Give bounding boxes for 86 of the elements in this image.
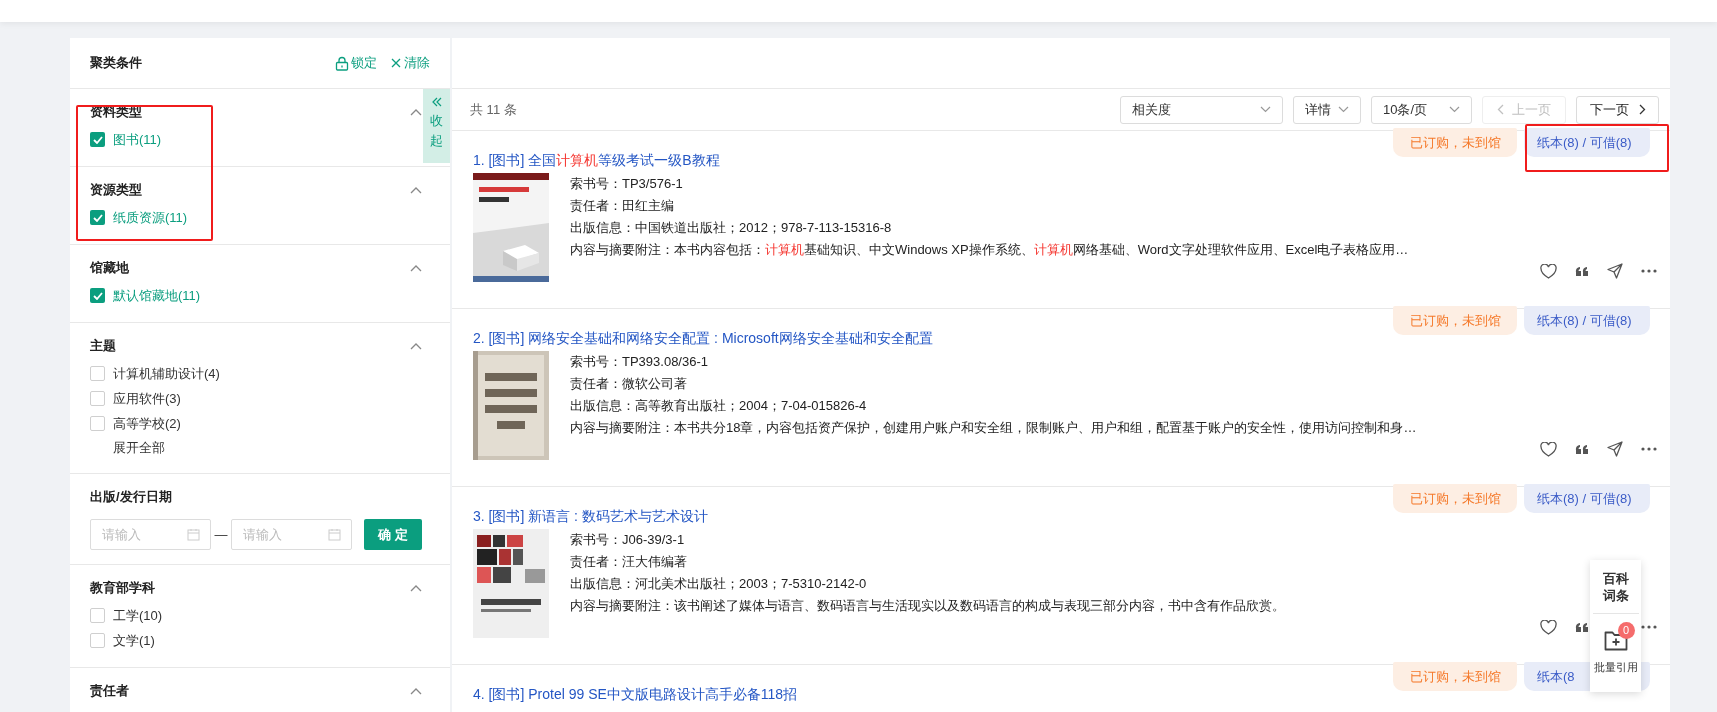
chevron-icon[interactable] [410, 108, 422, 116]
send-icon[interactable] [1607, 441, 1623, 457]
section-title: 责任者 [90, 682, 129, 701]
lock-icon [335, 55, 349, 71]
holdings-badge: 纸本(8) / 可借(8) [1524, 128, 1650, 157]
field-text: 索书号：TP393.08/36-1 [570, 353, 709, 371]
more-icon[interactable] [1641, 269, 1657, 273]
chevron-icon[interactable] [410, 264, 422, 272]
checkbox[interactable] [90, 608, 105, 623]
result-title-link[interactable]: 3. [图书] 新语言 : 数码艺术与艺术设计 [473, 505, 708, 527]
result-count: 共 11 条 [470, 100, 517, 119]
more-icon[interactable] [1641, 625, 1657, 629]
field-text: 索书号：J06-39/3-1 [570, 531, 686, 549]
chevron-icon[interactable] [410, 687, 422, 695]
abstract-text: 内容与摘要附注：该书阐述了媒体与语言、数码语言与生活现实以及数码语言的构成与表现三部分内容，书中含有作品欣赏。 [570, 597, 1285, 615]
calendar-icon [327, 528, 341, 541]
chevron-icon[interactable] [410, 342, 422, 350]
encyclopedia-button[interactable]: 百科词条 [1601, 570, 1630, 604]
checkbox[interactable] [90, 288, 105, 303]
holdings-badge: 纸本(8) / 可借(8) [1524, 484, 1650, 513]
option-label[interactable]: 应用软件(3) [113, 388, 181, 409]
page-size-dropdown[interactable]: 10条/页 [1371, 95, 1472, 124]
section-title: 资源类型 [90, 181, 142, 200]
expand-all-link[interactable]: 展开全部 [113, 437, 165, 458]
lock-button[interactable]: 锁定 [335, 53, 377, 73]
view-dropdown[interactable]: 详情 [1293, 95, 1361, 124]
close-icon [391, 58, 401, 68]
result-title-link[interactable]: 2. [图书] 网络安全基础和网络安全配置 : Microsoft网络安全基础和安全配置 [473, 327, 933, 349]
field-text: 出版信息：河北美术出版社；2003；7-5310-2142-0 [570, 575, 868, 593]
option-label[interactable]: 工学(10) [113, 605, 163, 626]
send-icon[interactable] [1607, 263, 1623, 279]
heart-icon[interactable] [1540, 263, 1557, 279]
caret-icon [1260, 106, 1271, 113]
status-badge: 已订购，未到馆 [1393, 484, 1517, 513]
section-title: 主题 [90, 337, 116, 356]
heart-icon[interactable] [1540, 441, 1557, 457]
next-page-button[interactable]: 下一页 [1576, 95, 1659, 124]
field-text: 责任者：微软公司著 [570, 375, 688, 393]
status-badge: 已订购，未到馆 [1393, 662, 1517, 691]
checkbox[interactable] [90, 391, 105, 406]
caret-icon [1449, 106, 1460, 113]
double-chevron-left-icon [430, 96, 443, 108]
more-icon[interactable] [1641, 447, 1657, 451]
field-text: 责任者：田红主编 [570, 197, 675, 215]
checkbox[interactable] [90, 633, 105, 648]
chevron-right-icon [1638, 104, 1646, 115]
date-separator: — [213, 525, 229, 544]
option-label[interactable]: 计算机辅助设计(4) [113, 363, 220, 384]
option-label[interactable]: 文学(1) [113, 630, 155, 651]
holdings-badge: 纸本(8) / 可借(8) [1524, 306, 1650, 335]
clear-button[interactable]: 清除 [391, 53, 430, 73]
section-title: 馆藏地 [90, 259, 129, 278]
field-text: 索书号：TP3/576-1 [570, 175, 684, 193]
result-title-link[interactable]: 1. [图书] 全国计算机等级考试一级B教程 [473, 149, 720, 171]
status-badge: 已订购，未到馆 [1393, 128, 1517, 157]
heart-icon[interactable] [1540, 619, 1557, 635]
option-label[interactable]: 默认馆藏地(11) [113, 285, 201, 306]
chevron-left-icon [1497, 104, 1504, 115]
checkbox[interactable] [90, 210, 105, 225]
option-label[interactable]: 高等学校(2) [113, 413, 181, 434]
quote-icon[interactable] [1575, 443, 1589, 455]
option-label[interactable]: 图书(11) [113, 129, 162, 150]
checkbox[interactable] [90, 366, 105, 381]
abstract-text: 内容与摘要附注：本书内容包括：计算机基础知识、中文Windows XP操作系统、计算机网络基础、Word文字处理软件应用、Excel电子表格应用… [570, 241, 1409, 259]
calendar-icon [187, 528, 200, 541]
quote-icon[interactable] [1575, 621, 1589, 633]
chevron-icon[interactable] [410, 584, 422, 592]
status-badge: 已订购，未到馆 [1393, 306, 1517, 335]
field-text: 出版信息：中国铁道出版社；2012；978-7-113-15316-8 [570, 219, 893, 237]
checkbox[interactable] [90, 132, 105, 147]
field-text: 出版信息：高等教育出版社；2004；7-04-015826-4 [570, 397, 868, 415]
checkbox[interactable] [90, 416, 105, 431]
caret-icon [1338, 106, 1349, 113]
count-badge: 0 [1617, 622, 1635, 639]
chevron-icon[interactable] [410, 186, 422, 194]
date-field[interactable]: 请输入 [90, 519, 211, 550]
panel-title: 聚类条件 [90, 54, 142, 73]
section-title: 教育部学科 [90, 579, 155, 598]
abstract-text: 内容与摘要附注：本书共分18章，内容包括资产保护，创建用户账户和安全组，限制账户、用户和组，配置基于账户的安全性，使用访问控制和身… [570, 419, 1417, 437]
field-text: 责任者：汪大伟编著 [570, 553, 688, 571]
result-title-link[interactable]: 4. [图书] Protel 99 SE中文版电路设计高手必备118招 [473, 683, 798, 705]
quote-icon[interactable] [1575, 265, 1589, 277]
date-field[interactable]: 请输入 [230, 519, 352, 550]
option-label[interactable]: 纸质资源(11) [113, 207, 188, 228]
sort-dropdown[interactable]: 相关度 [1120, 95, 1283, 124]
section-title: 出版/发行日期 [90, 488, 172, 507]
